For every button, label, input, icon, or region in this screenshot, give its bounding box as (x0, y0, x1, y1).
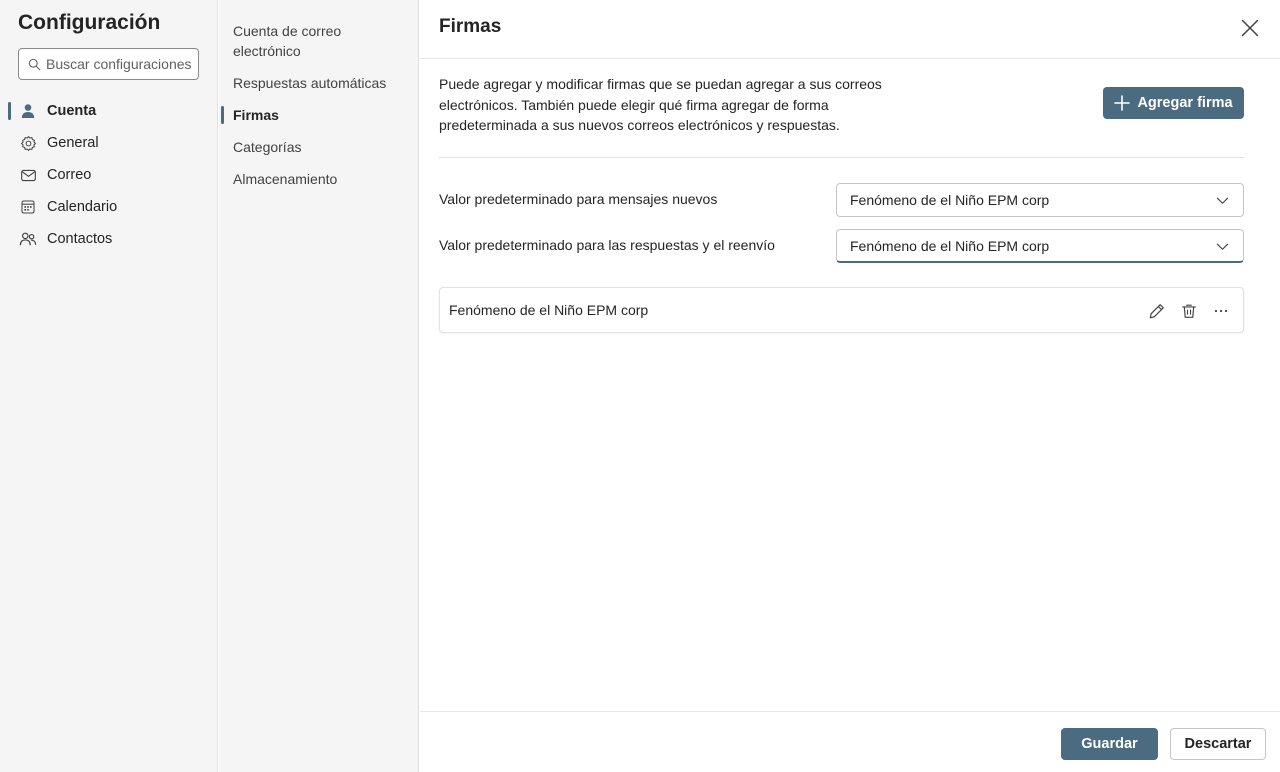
delete-icon (1182, 304, 1196, 318)
default-new-messages-label: Valor predeterminado para mensajes nuevo… (439, 191, 718, 207)
plus-icon (1114, 95, 1131, 111)
search-box[interactable] (18, 48, 199, 80)
nav-item-label: General (47, 135, 99, 151)
nav-item-label: Calendario (47, 199, 118, 215)
panel-footer: Guardar Descartar (420, 711, 1280, 772)
select-value: Fenómeno de el Niño EPM corp (850, 237, 1050, 254)
nav-item-calendario[interactable]: Calendario (0, 191, 218, 223)
nav-list: Cuenta General Correo Calendario Contact… (0, 95, 218, 255)
settings-title: Configuración (18, 11, 161, 34)
signatures-panel: Firmas Puede agregar y modificar firmas … (420, 0, 1280, 772)
mail-icon (19, 166, 37, 184)
subnav-item-storage[interactable]: Almacenamiento (233, 169, 408, 189)
search-input[interactable] (46, 56, 196, 72)
edit-icon (1149, 304, 1164, 319)
delete-signature-button[interactable] (1177, 299, 1201, 323)
subnav-item-categories[interactable]: Categorías (233, 137, 408, 157)
nav-item-label: Correo (47, 167, 92, 183)
signatures-description: Puede agregar y modificar firmas que se … (439, 76, 882, 133)
nav-item-cuenta[interactable]: Cuenta (0, 95, 218, 127)
default-replies-select[interactable]: Fenómeno de el Niño EPM corp (836, 229, 1244, 263)
add-signature-button[interactable]: Agregar firma (1103, 87, 1244, 119)
chevron-down-icon (1216, 197, 1229, 204)
default-new-messages-select[interactable]: Fenómeno de el Niño EPM corp (836, 183, 1244, 217)
discard-button[interactable]: Descartar (1170, 728, 1266, 760)
save-button[interactable]: Guardar (1061, 728, 1158, 760)
nav-item-general[interactable]: General (0, 127, 218, 159)
subnav-item-auto-replies[interactable]: Respuestas automáticas (233, 73, 408, 93)
subnav-item-signatures[interactable]: Firmas (221, 105, 408, 125)
close-button[interactable] (1238, 16, 1262, 40)
signature-name: Fenómeno de el Niño EPM corp (449, 302, 649, 318)
section-divider (439, 157, 1244, 158)
signature-card[interactable]: Fenómeno de el Niño EPM corp (439, 287, 1244, 333)
select-value: Fenómeno de el Niño EPM corp (850, 192, 1050, 208)
nav-item-correo[interactable]: Correo (0, 159, 218, 191)
nav-item-contactos[interactable]: Contactos (0, 223, 218, 255)
signature-actions (1137, 299, 1233, 323)
more-options-button[interactable] (1209, 299, 1233, 323)
close-icon (1241, 19, 1259, 37)
subnav-item-email-account[interactable]: Cuenta de correo electrónico (233, 21, 408, 61)
account-subnav: Cuenta de correo electrónico Respuestas … (219, 0, 419, 772)
default-replies-label: Valor predeterminado para las respuestas… (439, 237, 775, 253)
person-icon (19, 102, 37, 120)
search-icon (28, 58, 41, 70)
add-signature-label: Agregar firma (1137, 95, 1233, 111)
panel-header: Firmas (420, 0, 1280, 59)
settings-nav: Configuración Cuenta General Correo (0, 0, 218, 772)
chevron-down-icon (1216, 243, 1229, 250)
edit-signature-button[interactable] (1145, 299, 1169, 323)
calendar-icon (19, 198, 37, 216)
nav-item-label: Contactos (47, 231, 113, 247)
more-icon (1214, 309, 1228, 313)
nav-item-label: Cuenta (47, 103, 97, 119)
gear-icon (19, 134, 37, 152)
contacts-icon (19, 230, 37, 248)
page-title: Firmas (439, 16, 502, 37)
